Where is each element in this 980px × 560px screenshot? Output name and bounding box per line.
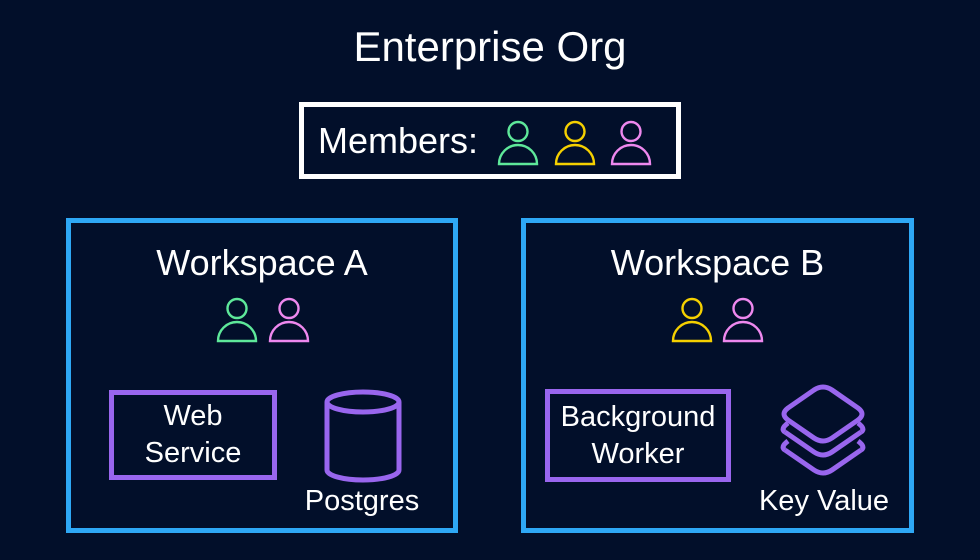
user-icon — [671, 297, 713, 343]
diagram-title: Enterprise Org — [353, 23, 627, 70]
user-icon — [610, 120, 652, 166]
postgres-label: Postgres — [304, 485, 420, 517]
user-icon — [268, 297, 310, 343]
workspace-a-title: Workspace A — [156, 242, 368, 283]
database-cylinder-icon — [324, 389, 402, 483]
service-label-line2: Worker — [591, 437, 685, 470]
web-service-box: Web Service — [109, 390, 277, 480]
user-icon — [216, 297, 258, 343]
user-icon — [722, 297, 764, 343]
service-label-line1: Background — [560, 400, 716, 433]
background-worker-box: Background Worker — [545, 389, 731, 482]
members-label: Members: — [318, 120, 479, 161]
service-label-line1: Web — [163, 400, 223, 432]
service-label-line2: Service — [144, 437, 242, 469]
key-value-label: Key Value — [758, 485, 890, 517]
layers-stack-icon — [780, 384, 866, 476]
user-icon — [497, 120, 539, 166]
workspace-b-title: Workspace B — [610, 242, 825, 283]
user-icon — [554, 120, 596, 166]
